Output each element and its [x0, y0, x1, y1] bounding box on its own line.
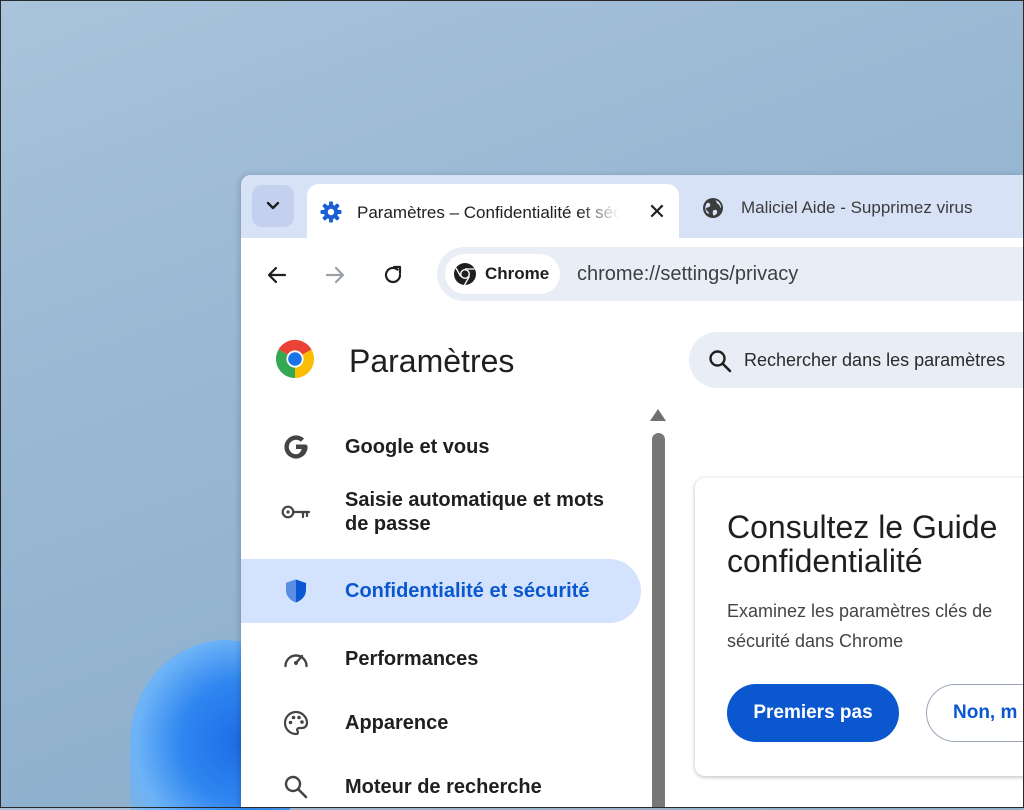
search-placeholder: Rechercher dans les paramètres — [744, 350, 1006, 370]
palette-icon — [281, 708, 311, 738]
sidebar-item-appearance[interactable]: Apparence — [241, 701, 641, 745]
sidebar-scrollbar[interactable] — [650, 409, 666, 808]
sidebar-item-search-engine[interactable]: Moteur de recherche — [241, 765, 641, 808]
address-bar[interactable]: Chrome chrome://settings/privacy — [437, 247, 1024, 301]
key-icon — [281, 497, 311, 527]
sidebar-item-google-and-you[interactable]: Google et vous — [241, 425, 641, 469]
close-tab-button[interactable]: ✕ — [643, 198, 671, 226]
tab-title: Paramètres – Confidentialité et sécurité — [357, 203, 619, 222]
scrollbar-thumb[interactable] — [652, 433, 665, 808]
sidebar-item-label: Confidentialité et sécurité — [345, 580, 590, 602]
globe-icon — [703, 198, 723, 218]
arrow-right-icon — [325, 266, 345, 284]
tab-title: Maliciel Aide - Supprimez virus — [741, 198, 973, 217]
chrome-icon — [454, 263, 476, 286]
sidebar-item-label: Saisie automatique et mots de passe — [345, 489, 604, 535]
privacy-guide-card: Consultez le Guide confidentialité Exami… — [695, 478, 1024, 776]
card-description: Examinez les paramètres clés de sécurité… — [727, 601, 993, 651]
tab-strip: Paramètres – Confidentialité et sécurité… — [241, 175, 1024, 238]
settings-search-input[interactable]: Rechercher dans les paramètres — [689, 332, 1024, 388]
reload-icon — [384, 265, 402, 284]
tab-maliciel[interactable]: Maliciel Aide - Supprimez virus — [691, 184, 1024, 230]
close-icon: ✕ — [647, 199, 667, 224]
search-icon — [281, 772, 311, 802]
browser-window: Paramètres – Confidentialité et sécurité… — [241, 175, 1024, 808]
tab-settings[interactable]: Paramètres – Confidentialité et sécurité… — [307, 184, 679, 238]
chevron-down-icon — [266, 201, 280, 210]
sidebar-item-performance[interactable]: Performances — [241, 637, 641, 681]
scroll-up-arrow-icon[interactable] — [650, 409, 666, 421]
sidebar-item-label: Performances — [345, 648, 479, 670]
reload-button[interactable] — [377, 259, 409, 291]
sidebar-item-autofill-passwords[interactable]: Saisie automatique et mots de passe — [241, 483, 641, 541]
sidebar-item-label: Moteur de recherche — [345, 776, 542, 798]
get-started-button[interactable]: Premiers pas — [727, 684, 899, 742]
page-title: Paramètres — [349, 343, 515, 379]
gear-icon — [320, 201, 342, 223]
no-thanks-button[interactable]: Non, m — [926, 684, 1024, 742]
arrow-left-icon — [267, 266, 287, 284]
settings-page: Paramètres Rechercher dans les paramètre… — [241, 313, 1024, 808]
google-g-icon — [281, 432, 311, 462]
url-text[interactable]: chrome://settings/privacy — [577, 263, 798, 286]
shield-icon — [281, 576, 311, 606]
sidebar-item-label: Apparence — [345, 712, 449, 734]
card-title: Consultez le Guide confidentialité — [727, 509, 998, 579]
chrome-logo-icon — [275, 339, 315, 379]
toolbar: Chrome chrome://settings/privacy — [241, 238, 1024, 314]
search-icon — [709, 350, 732, 373]
site-info-chip[interactable]: Chrome — [445, 254, 560, 294]
tab-search-button[interactable] — [252, 185, 294, 227]
forward-button[interactable] — [319, 259, 351, 291]
speedometer-icon — [281, 644, 311, 674]
sidebar-item-privacy-security[interactable]: Confidentialité et sécurité — [241, 559, 641, 623]
back-button[interactable] — [261, 259, 293, 291]
chip-label: Chrome — [485, 264, 550, 283]
settings-sidebar: Google et vous Saisie automatique et mot… — [241, 409, 643, 808]
sidebar-item-label: Google et vous — [345, 436, 490, 458]
